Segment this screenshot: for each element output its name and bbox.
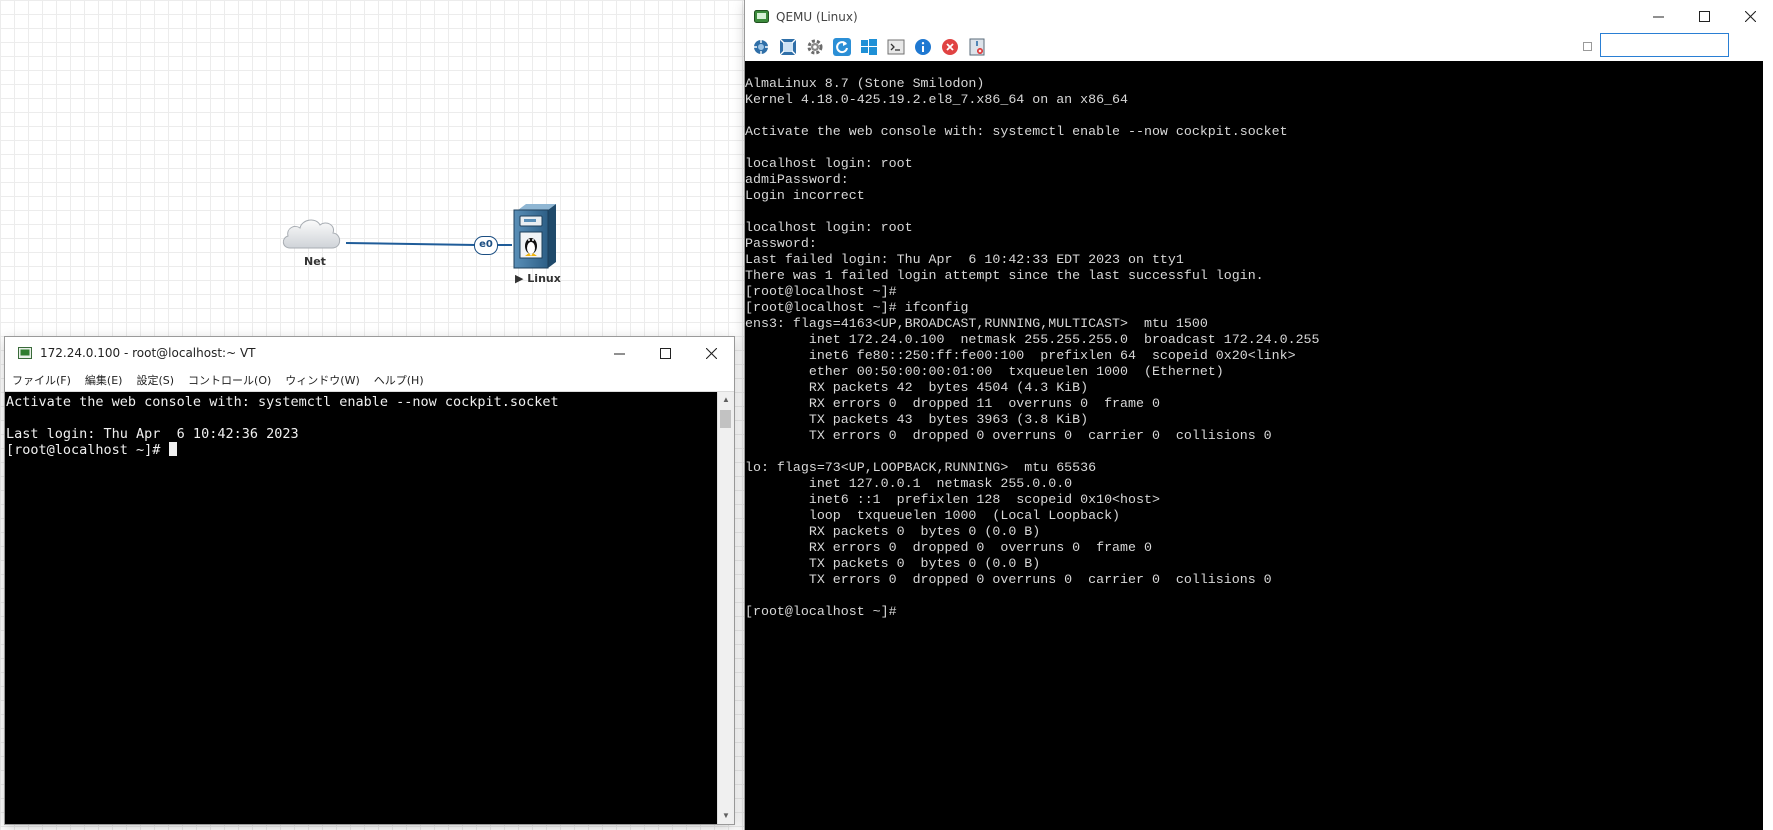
vt-terminal-window[interactable]: 172.24.0.100 - root@localhost:~ VT ファイル(… (5, 337, 734, 824)
info-icon[interactable] (912, 36, 934, 58)
fullscreen-icon[interactable] (777, 36, 799, 58)
cloud-icon[interactable] (280, 214, 344, 254)
vm-label: ▶ Linux (515, 272, 561, 285)
qemu-minimize-button[interactable] (1635, 0, 1681, 33)
terminal-line: Kernel 4.18.0-425.19.2.el8_7.x86_64 on a… (745, 92, 1129, 107)
network-icon[interactable] (750, 36, 772, 58)
terminal-line: Activate the web console with: systemctl… (6, 394, 559, 410)
terminal-line: ens3: flags=4163<UP,BROADCAST,RUNNING,MU… (745, 316, 1208, 331)
maximize-icon (659, 347, 671, 359)
minimize-icon (613, 353, 625, 354)
terminal-line: Last login: Thu Apr 6 10:42:36 2023 (6, 426, 299, 442)
menu-file[interactable]: ファイル(F) (5, 372, 78, 388)
vt-maximize-button[interactable] (642, 337, 688, 369)
vt-close-button[interactable] (688, 337, 734, 369)
maximize-icon (1698, 11, 1710, 22)
terminal-line: ether 00:50:00:00:01:00 txqueuelen 1000 … (745, 364, 1224, 379)
vt-minimize-button[interactable] (596, 337, 642, 369)
terminal-line: [root@localhost ~]# (745, 604, 897, 619)
terminal-line: RX packets 0 bytes 0 (0.0 B) (745, 524, 1041, 539)
terminal-line: localhost login: root (745, 156, 913, 171)
terminal-line: [root@localhost ~]# ifconfig (745, 300, 969, 315)
menu-setup[interactable]: 設定(S) (129, 372, 181, 388)
vt-menubar: ファイル(F) 編集(E) 設定(S) コントロール(O) ウィンドウ(W) ヘ… (5, 369, 734, 392)
shutdown-icon[interactable] (966, 36, 988, 58)
close-red-icon[interactable] (939, 36, 961, 58)
qemu-title: QEMU (Linux) (776, 9, 858, 24)
menu-control[interactable]: コントロール(O) (181, 372, 278, 388)
refresh-icon[interactable] (831, 36, 853, 58)
scrollbar-thumb[interactable] (720, 410, 731, 428)
scroll-up-arrow-icon[interactable]: ▲ (718, 392, 734, 408)
qemu-titlebar[interactable]: QEMU (Linux) (745, 0, 1773, 33)
terminal-cursor (168, 442, 177, 456)
qemu-close-button[interactable] (1727, 0, 1773, 33)
terminal-line: There was 1 failed login attempt since t… (745, 268, 1264, 283)
settings-gear-icon[interactable] (804, 36, 826, 58)
terminal-line: localhost login: root (745, 220, 913, 235)
topology-drawing (345, 242, 512, 246)
terminal-line: inet6 ::1 prefixlen 128 scopeid 0x10<hos… (745, 492, 1160, 507)
terminal-line: TX errors 0 dropped 0 overruns 0 carrier… (745, 428, 1272, 443)
terminal-line: loop txqueuelen 1000 (Local Loopback) (745, 508, 1121, 523)
cloud-label: Net (304, 255, 326, 268)
topology-canvas[interactable]: Net e0 ▶ Linux (0, 0, 745, 335)
toolbar-search-input[interactable] (1600, 33, 1729, 57)
terminal-line: TX packets 0 bytes 0 (0.0 B) (745, 556, 1041, 571)
terminal-line: inet 172.24.0.100 netmask 255.255.255.0 … (745, 332, 1320, 347)
menu-help[interactable]: ヘルプ(H) (367, 372, 431, 388)
console-icon[interactable] (885, 36, 907, 58)
close-icon (1744, 11, 1756, 22)
linux-server-icon[interactable] (512, 204, 556, 270)
terminal-line: TX errors 0 dropped 0 overruns 0 carrier… (745, 572, 1272, 587)
windows-logo-icon[interactable] (858, 36, 880, 58)
terminal-line: lo: flags=73<UP,LOOPBACK,RUNNING> mtu 65… (745, 460, 1097, 475)
terminal-line: Last failed login: Thu Apr 6 10:42:33 ED… (745, 252, 1184, 267)
terminal-line: admiPassword: (745, 172, 849, 187)
qemu-console-window[interactable]: QEMU (Linux) AlmaLinux 8.7 (Stone Smilod… (745, 0, 1773, 830)
close-icon (705, 347, 717, 359)
network-link (345, 242, 477, 246)
scroll-down-arrow-icon[interactable]: ▼ (718, 808, 734, 824)
terminal-line: RX packets 42 bytes 4504 (4.3 KiB) (745, 380, 1089, 395)
terminal-line: Activate the web console with: systemctl… (745, 124, 1288, 139)
terminal-line: RX errors 0 dropped 11 overruns 0 frame … (745, 396, 1160, 411)
terminal-line: inet6 fe80::250:ff:fe00:100 prefixlen 64… (745, 348, 1296, 363)
teraterm-app-icon (18, 347, 32, 359)
terminal-line: TX packets 43 bytes 3963 (3.8 KiB) (745, 412, 1089, 427)
qemu-maximize-button[interactable] (1681, 0, 1727, 33)
minimize-icon (1652, 16, 1664, 18)
toolbar-checkbox[interactable] (1583, 42, 1592, 51)
terminal-prompt-line: [root@localhost ~]# (6, 442, 718, 458)
terminal-line: [root@localhost ~]# (745, 284, 897, 299)
terminal-line: inet 127.0.0.1 netmask 255.0.0.0 (745, 476, 1073, 491)
vt-vertical-scrollbar[interactable]: ▲ ▼ (717, 392, 734, 824)
terminal-line: RX errors 0 dropped 0 overruns 0 frame 0 (745, 540, 1152, 555)
interface-badge[interactable]: e0 (474, 236, 498, 255)
terminal-line: Login incorrect (745, 188, 865, 203)
vt-terminal-screen[interactable]: Activate the web console with: systemctl… (5, 392, 718, 824)
terminal-line: AlmaLinux 8.7 (Stone Smilodon) (745, 76, 985, 91)
menu-window[interactable]: ウィンドウ(W) (278, 372, 366, 388)
terminal-prompt: [root@localhost ~]# (6, 442, 169, 458)
qemu-app-icon (754, 9, 769, 23)
terminal-line: Password: (745, 236, 817, 251)
qemu-terminal-screen[interactable]: AlmaLinux 8.7 (Stone Smilodon) Kernel 4.1… (745, 61, 1763, 830)
menu-edit[interactable]: 編集(E) (78, 372, 130, 388)
vt-title: 172.24.0.100 - root@localhost:~ VT (40, 346, 256, 360)
vt-titlebar[interactable]: 172.24.0.100 - root@localhost:~ VT (5, 337, 734, 369)
